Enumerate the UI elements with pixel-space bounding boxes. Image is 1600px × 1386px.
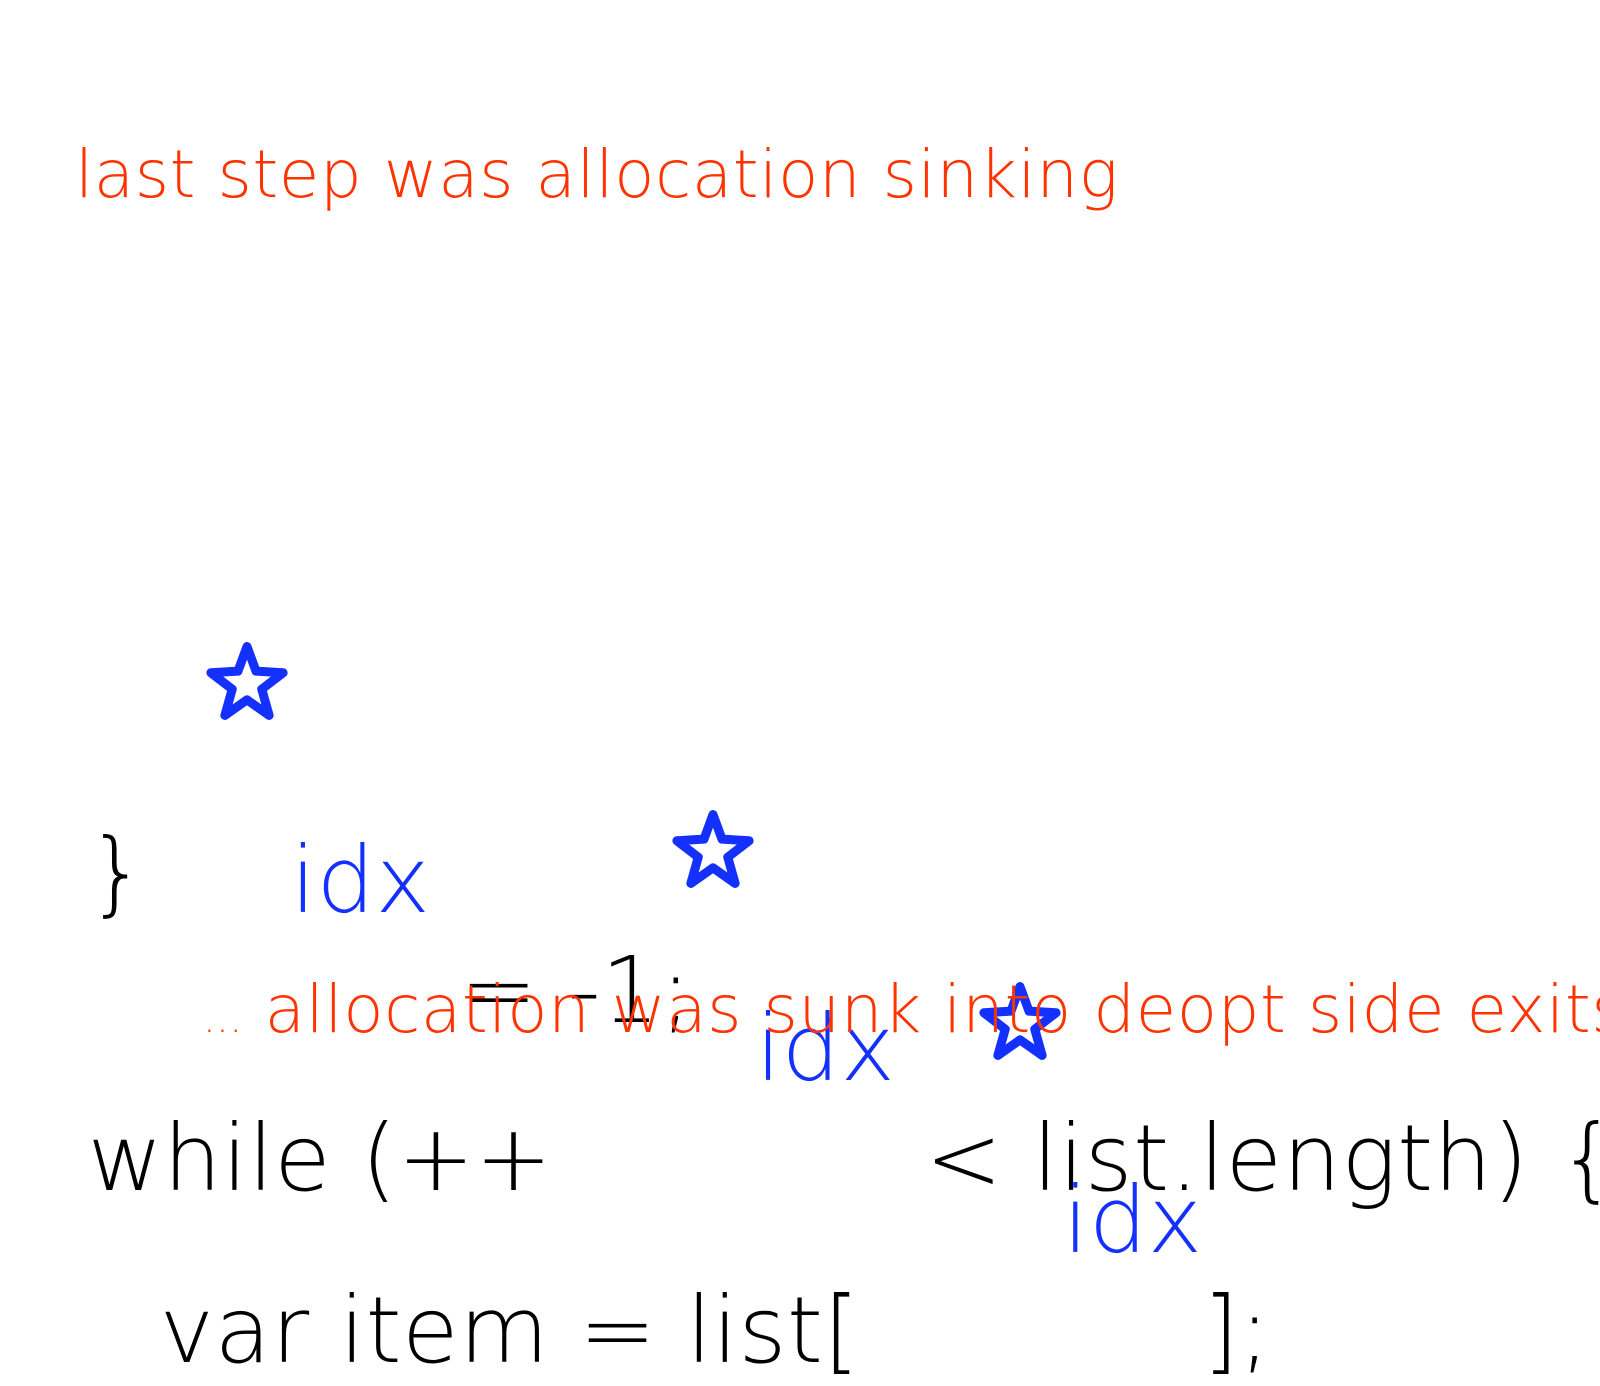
star-icon (979, 760, 1061, 1060)
code-text: var item = list[ (159, 1277, 860, 1384)
slide-heading: last step was allocation sinking (32, 40, 1119, 220)
footer-text: allocation was sunk into deopt side exit… (264, 971, 1600, 1048)
code-line-4: } (28, 708, 147, 928)
closing-brace: } (87, 819, 147, 926)
code-text: ]; (1202, 1277, 1271, 1384)
variable-name: idx (1062, 1167, 1203, 1274)
footer-note: ... allocation was sunk into deopt side e… (160, 875, 1600, 1064)
footer-ellipsis: ... (202, 996, 243, 1042)
